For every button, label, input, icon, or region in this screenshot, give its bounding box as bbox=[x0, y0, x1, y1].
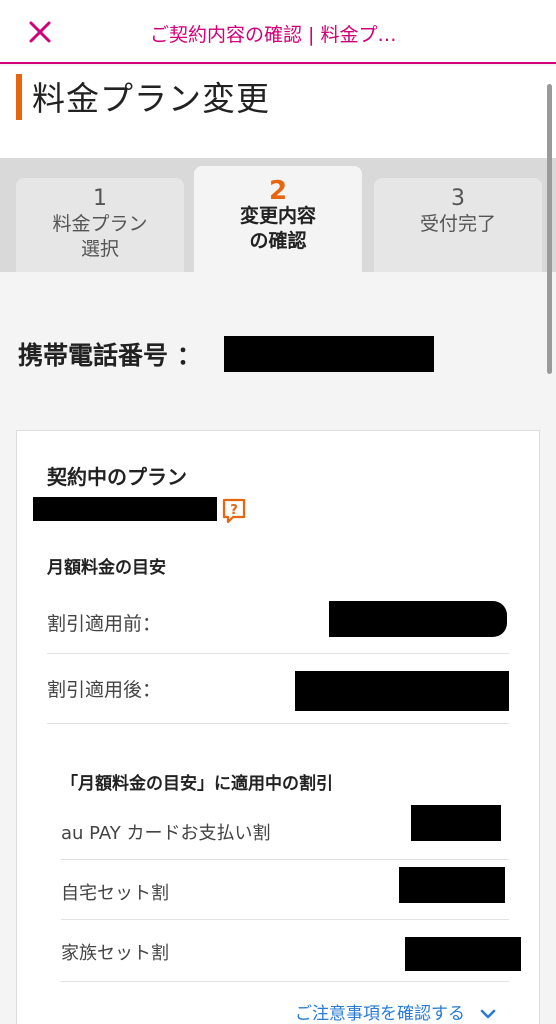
discount-divider bbox=[61, 859, 509, 860]
notice-link-label: ご注意事項を確認する bbox=[295, 1004, 465, 1024]
question-bubble-icon: ? bbox=[222, 498, 246, 524]
current-plan-card: 契約中のプラン ? 月額料金の目安 割引適用前： 割引適用後： 「月額料金の目安… bbox=[16, 430, 540, 1024]
page-title: 料金プラン変更 bbox=[32, 79, 270, 118]
notice-link[interactable]: ご注意事項を確認する bbox=[295, 999, 496, 1024]
applied-discounts-title: 「月額料金の目安」に適用中の割引 bbox=[61, 774, 333, 794]
section-divider bbox=[47, 723, 509, 724]
heading-accent-bar bbox=[16, 74, 22, 120]
chevron-down-icon bbox=[481, 1009, 496, 1019]
before-discount-value-redacted bbox=[329, 601, 507, 637]
phone-number-redacted bbox=[224, 336, 434, 372]
discount-value-redacted bbox=[399, 867, 505, 903]
heading-area: 料金プラン変更 bbox=[0, 66, 556, 158]
monthly-fee-title: 月額料金の目安 bbox=[47, 558, 166, 578]
after-discount-value-redacted bbox=[295, 671, 509, 711]
current-plan-title: 契約中のプラン bbox=[47, 465, 187, 489]
discount-value-redacted bbox=[405, 937, 521, 971]
step-3-label-line1: 受付完了 bbox=[419, 213, 496, 235]
window-title: ご契約内容の確認 | 料金プ… bbox=[150, 24, 397, 46]
discount-divider bbox=[61, 981, 509, 982]
phone-number-label: 携帯電話番号 ： bbox=[18, 341, 202, 370]
discount-divider bbox=[61, 919, 509, 920]
discount-item-au-pay: au PAY カードお支払い割 bbox=[61, 823, 271, 844]
step-1-label-line1: 料金プラン bbox=[52, 213, 148, 235]
step-3: 3 受付完了 bbox=[374, 178, 542, 272]
step-2-label-line1: 変更内容 bbox=[239, 205, 316, 227]
page: ご契約内容の確認 | 料金プ… 料金プラン変更 1 料金プラン 選択 2 変更内… bbox=[0, 0, 556, 1024]
close-button[interactable] bbox=[22, 14, 58, 50]
discount-item-family-set: 家族セット割 bbox=[61, 943, 169, 964]
phone-number-row: 携帯電話番号 ： bbox=[18, 336, 202, 376]
plan-name-redacted bbox=[33, 497, 217, 521]
discount-item-home-set: 自宅セット割 bbox=[61, 883, 169, 904]
svg-text:?: ? bbox=[230, 503, 238, 518]
step-1: 1 料金プラン 選択 bbox=[16, 178, 184, 272]
step-indicator: 1 料金プラン 選択 2 変更内容 の確認 3 受付完了 bbox=[0, 158, 556, 272]
top-bar: ご契約内容の確認 | 料金プ… bbox=[0, 0, 556, 64]
after-discount-label: 割引適用後： bbox=[47, 679, 162, 701]
scrollbar[interactable] bbox=[547, 84, 552, 374]
step-2-label-line2: の確認 bbox=[249, 230, 307, 252]
before-discount-label: 割引適用前： bbox=[47, 613, 162, 635]
discount-value-redacted bbox=[411, 805, 501, 841]
step-2: 2 変更内容 の確認 bbox=[194, 166, 362, 272]
step-3-number: 3 bbox=[451, 186, 465, 211]
close-icon bbox=[29, 21, 51, 43]
step-1-label-line2: 選択 bbox=[80, 238, 119, 260]
row-divider bbox=[47, 653, 509, 654]
step-2-number: 2 bbox=[268, 176, 288, 206]
plan-help-button[interactable]: ? bbox=[221, 497, 247, 525]
step-1-number: 1 bbox=[93, 186, 107, 211]
